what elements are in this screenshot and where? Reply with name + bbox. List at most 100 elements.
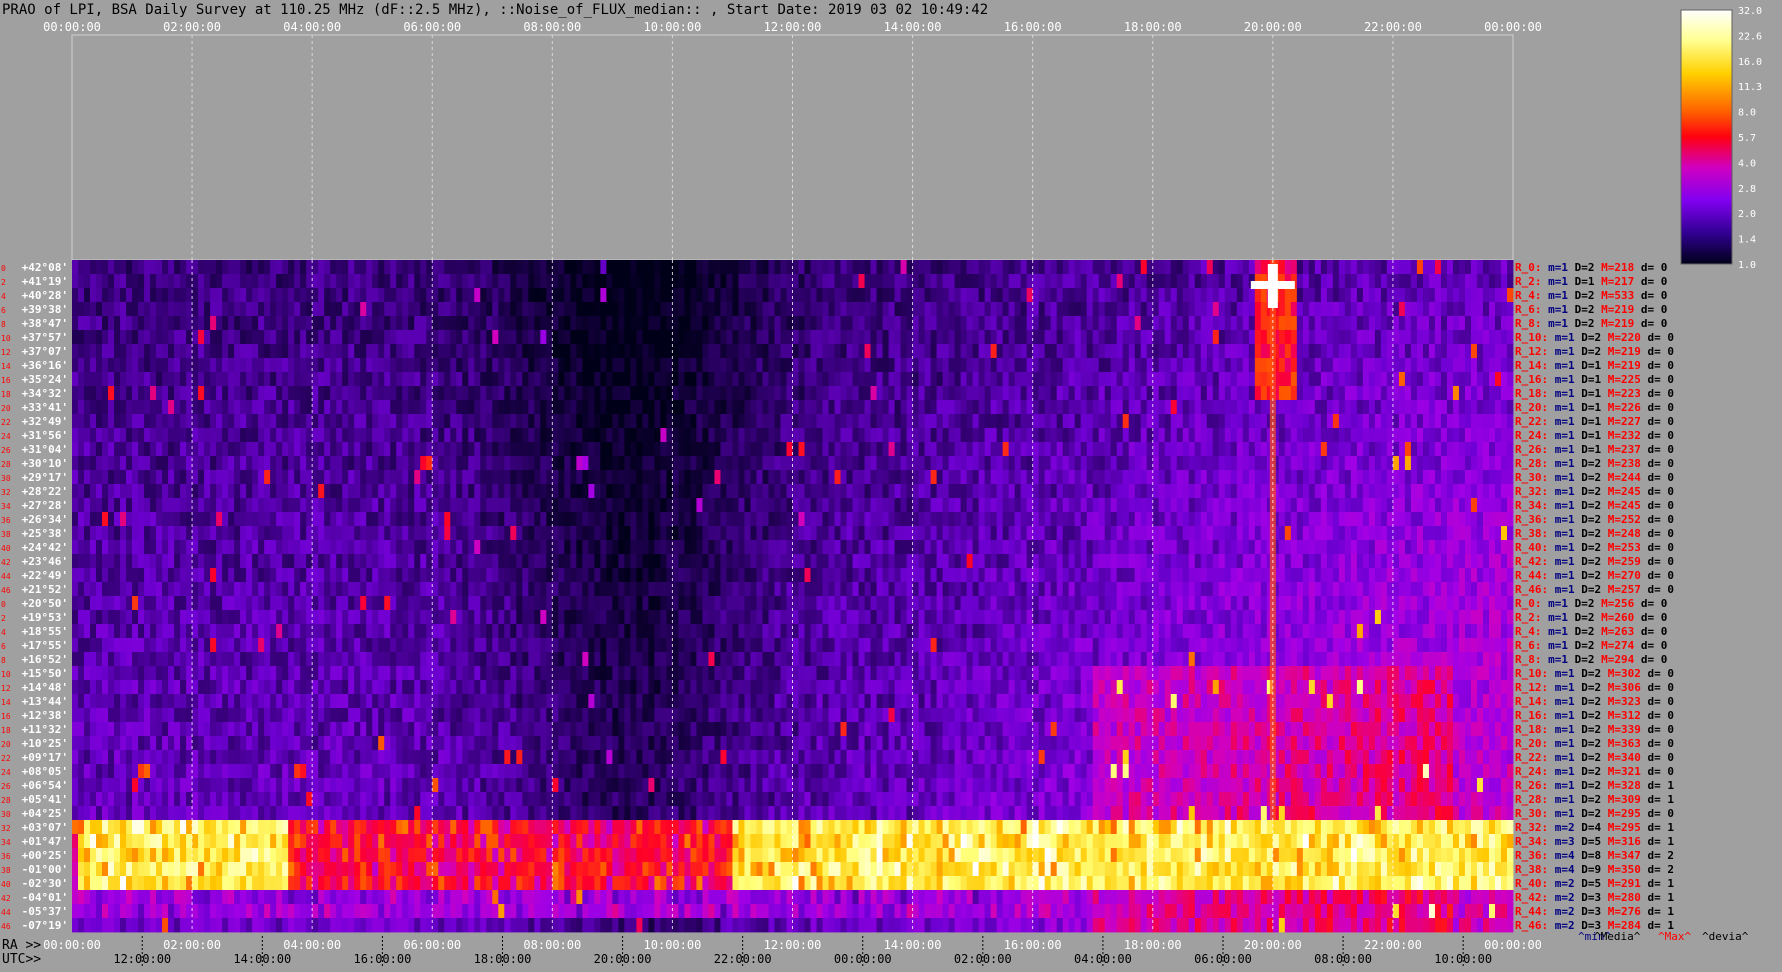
heatmap-cell bbox=[654, 400, 660, 414]
heatmap-cell bbox=[853, 456, 859, 470]
heatmap-cell bbox=[919, 344, 925, 358]
heatmap-cell bbox=[1339, 456, 1345, 470]
heatmap-cell bbox=[1003, 470, 1009, 484]
heatmap-cell bbox=[540, 330, 546, 344]
heatmap-cell bbox=[1207, 372, 1213, 386]
heatmap-cell bbox=[342, 414, 348, 428]
heatmap-cell bbox=[726, 400, 732, 414]
heatmap-cell bbox=[318, 344, 324, 358]
heatmap-cell bbox=[1345, 512, 1351, 526]
heatmap-cell bbox=[1165, 428, 1171, 442]
heatmap-cell bbox=[144, 456, 150, 470]
heatmap-cell bbox=[1411, 428, 1417, 442]
heatmap-cell bbox=[991, 330, 997, 344]
heatmap-cell bbox=[618, 358, 624, 372]
heatmap-cell bbox=[841, 386, 847, 400]
heatmap-cell bbox=[1315, 372, 1321, 386]
heatmap-cell bbox=[1327, 358, 1333, 372]
heatmap-cell bbox=[1093, 470, 1099, 484]
heatmap-cell bbox=[931, 414, 937, 428]
heatmap-cell bbox=[432, 260, 438, 274]
heatmap-cell bbox=[1171, 316, 1177, 330]
heatmap-cell bbox=[1063, 484, 1069, 498]
heatmap-cell bbox=[1243, 400, 1249, 414]
heatmap-cell bbox=[799, 316, 805, 330]
heatmap-cell bbox=[414, 414, 420, 428]
heatmap-cell bbox=[396, 428, 402, 442]
heatmap-cell bbox=[811, 316, 817, 330]
heatmap-cell bbox=[204, 456, 210, 470]
heatmap-cell bbox=[829, 526, 835, 540]
heatmap-cell bbox=[1285, 400, 1291, 414]
heatmap-cell bbox=[1495, 358, 1501, 372]
heatmap-cell bbox=[1327, 470, 1333, 484]
heatmap-cell bbox=[270, 344, 276, 358]
heatmap-cell bbox=[949, 274, 955, 288]
heatmap-cell bbox=[126, 358, 132, 372]
heatmap-cell bbox=[138, 274, 144, 288]
heatmap-cell bbox=[787, 456, 793, 470]
heatmap-cell bbox=[1201, 386, 1207, 400]
heatmap-cell bbox=[684, 386, 690, 400]
heatmap-cell bbox=[342, 288, 348, 302]
heatmap-cell bbox=[444, 428, 450, 442]
heatmap-cell bbox=[1249, 526, 1255, 540]
heatmap-cell bbox=[943, 372, 949, 386]
heatmap-cell bbox=[931, 400, 937, 414]
heatmap-cell bbox=[1159, 344, 1165, 358]
heatmap-cell bbox=[997, 386, 1003, 400]
heatmap-cell bbox=[102, 414, 108, 428]
heatmap-cell bbox=[1375, 358, 1381, 372]
heatmap-cell bbox=[1249, 386, 1255, 400]
heatmap-cell bbox=[168, 330, 174, 344]
heatmap-cell bbox=[1231, 456, 1237, 470]
heatmap-cell bbox=[138, 414, 144, 428]
heatmap-cell bbox=[594, 428, 600, 442]
heatmap-cell bbox=[1429, 344, 1435, 358]
heatmap-cell bbox=[991, 540, 997, 554]
heatmap-cell bbox=[1429, 372, 1435, 386]
heatmap-cell bbox=[1129, 456, 1135, 470]
heatmap-cell bbox=[618, 400, 624, 414]
heatmap-cell bbox=[1015, 400, 1021, 414]
heatmap-cell bbox=[726, 386, 732, 400]
heatmap-cell bbox=[1231, 288, 1237, 302]
heatmap-cell bbox=[582, 400, 588, 414]
heatmap-cell bbox=[750, 526, 756, 540]
heatmap-cell bbox=[811, 372, 817, 386]
heatmap-cell bbox=[624, 358, 630, 372]
heatmap-cell bbox=[991, 274, 997, 288]
heatmap-cell bbox=[348, 442, 354, 456]
heatmap-cell bbox=[1201, 414, 1207, 428]
heatmap-cell bbox=[90, 288, 96, 302]
heatmap-cell bbox=[138, 512, 144, 526]
heatmap-cell bbox=[564, 526, 570, 540]
heatmap-cell bbox=[462, 484, 468, 498]
heatmap-cell bbox=[684, 344, 690, 358]
heatmap-cell bbox=[889, 456, 895, 470]
heatmap-cell bbox=[180, 386, 186, 400]
heatmap-cell bbox=[666, 386, 672, 400]
heatmap-cell bbox=[372, 512, 378, 526]
heatmap-cell bbox=[1219, 260, 1225, 274]
heatmap-cell bbox=[216, 386, 222, 400]
heatmap-cell bbox=[150, 316, 156, 330]
heatmap-cell bbox=[360, 288, 366, 302]
heatmap-cell bbox=[600, 414, 606, 428]
heatmap-cell bbox=[198, 498, 204, 512]
heatmap-cell bbox=[150, 540, 156, 554]
heatmap-cell bbox=[336, 358, 342, 372]
heatmap-cell bbox=[1357, 414, 1363, 428]
heatmap-cell bbox=[847, 414, 853, 428]
heatmap-cell bbox=[1309, 330, 1315, 344]
heatmap-cell bbox=[925, 540, 931, 554]
heatmap-cell bbox=[72, 302, 78, 316]
heatmap-cell bbox=[1501, 498, 1507, 512]
heatmap-cell bbox=[967, 316, 973, 330]
heatmap-cell bbox=[1147, 498, 1153, 512]
heatmap-cell bbox=[588, 498, 594, 512]
heatmap-cell bbox=[1297, 456, 1303, 470]
heatmap-cell bbox=[1417, 316, 1423, 330]
heatmap-cell bbox=[582, 512, 588, 526]
heatmap-cell bbox=[450, 288, 456, 302]
